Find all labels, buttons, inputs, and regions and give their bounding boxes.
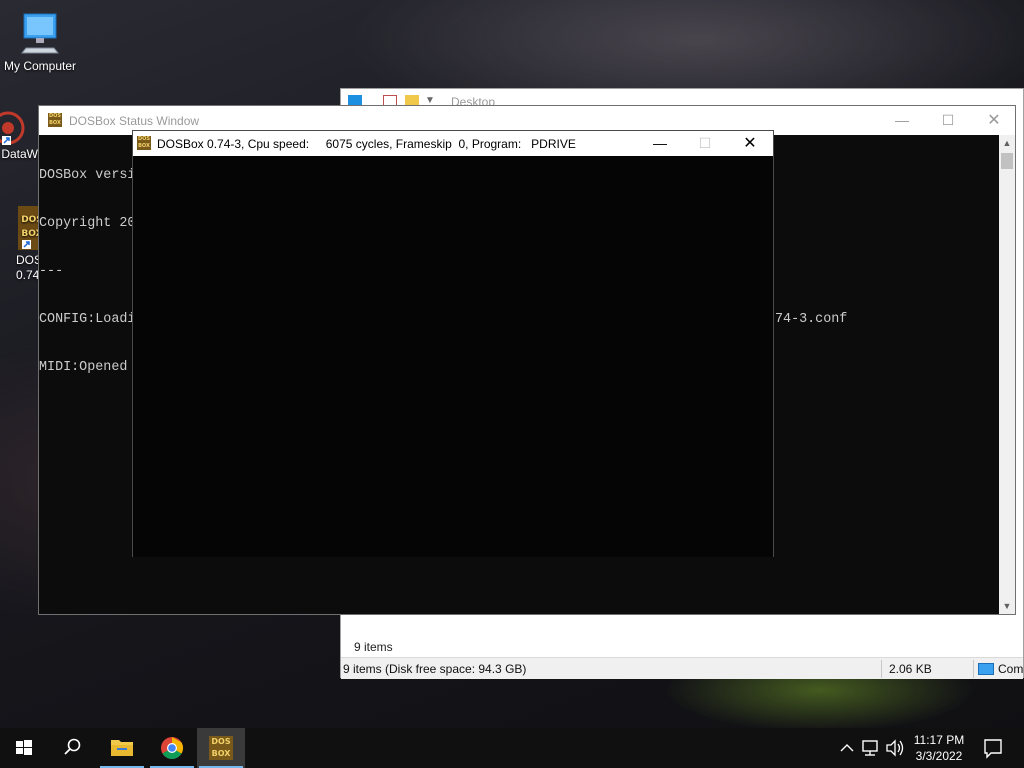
- console-line-tail: 74-3.conf: [775, 312, 848, 327]
- taskbar-clock[interactable]: 11:17 PM 3/3/2022: [906, 732, 972, 764]
- status-window-title: DOSBox Status Window: [69, 114, 200, 128]
- dosbox-window[interactable]: DOS BOX DOSBox 0.74-3, Cpu speed: 6075 cy…: [132, 130, 774, 557]
- taskbar-chrome[interactable]: [148, 728, 196, 768]
- start-button[interactable]: [0, 728, 48, 768]
- notification-icon: [984, 739, 1002, 759]
- windows-logo-icon: [16, 740, 32, 755]
- clock-time: 11:17 PM: [913, 733, 965, 747]
- computer-icon: [978, 663, 994, 675]
- chevron-up-icon: [840, 744, 854, 752]
- status-separator: [973, 660, 974, 678]
- desktop-icon-label: DataW: [1, 147, 38, 161]
- computer-location-text: Com: [998, 662, 1024, 676]
- scroll-down-icon[interactable]: ▼: [999, 598, 1015, 614]
- close-button[interactable]: ✕: [727, 131, 773, 156]
- search-button[interactable]: [48, 728, 96, 768]
- desktop-icon-label: My Computer: [3, 59, 77, 73]
- selection-size-text: 2.06 KB: [889, 662, 932, 676]
- console-line-start: CONFIG:Loadi: [39, 312, 136, 327]
- folder-icon: [111, 740, 133, 756]
- action-center-button[interactable]: [976, 728, 1010, 768]
- volume-tray-button[interactable]: [884, 728, 906, 768]
- taskbar-file-explorer[interactable]: [98, 728, 146, 768]
- minimize-button[interactable]: —: [879, 106, 925, 135]
- desktop-icon-dataw[interactable]: DataW: [0, 108, 38, 161]
- taskbar: DOS BOX 11:17 PM 3/3/2022: [0, 728, 1024, 768]
- explorer-statusbar: 9 items (Disk free space: 94.3 GB) 2.06 …: [341, 657, 1023, 679]
- search-icon: [64, 738, 81, 755]
- disk-free-text: 9 items (Disk free space: 94.3 GB): [343, 662, 527, 676]
- status-separator: [881, 660, 882, 678]
- desktop-icon-my-computer[interactable]: My Computer: [0, 10, 80, 73]
- maximize-button[interactable]: ☐: [682, 131, 728, 156]
- dosbox-screen[interactable]: [133, 156, 773, 557]
- network-tray-button[interactable]: [860, 728, 882, 768]
- network-icon: [862, 740, 878, 756]
- minimize-button[interactable]: —: [637, 131, 683, 156]
- explorer-items-count: 9 items: [354, 640, 393, 654]
- maximize-button[interactable]: ☐: [925, 106, 971, 135]
- dosbox-icon: DOS BOX: [137, 136, 151, 150]
- console-scrollbar[interactable]: ▲ ▼: [999, 135, 1015, 614]
- dosbox-icon: DOS BOX: [48, 113, 62, 127]
- close-button[interactable]: ✕: [971, 106, 1017, 135]
- dosbox-icon: DOS BOX: [209, 736, 233, 760]
- dataw-app-icon: [0, 111, 25, 145]
- volume-icon: [886, 739, 904, 757]
- computer-icon: [20, 13, 60, 54]
- show-hidden-icons-button[interactable]: [836, 728, 858, 768]
- clock-date: 3/3/2022: [915, 749, 963, 763]
- dosbox-title: DOSBox 0.74-3, Cpu speed: 6075 cycles, F…: [157, 137, 576, 151]
- chrome-icon: [161, 737, 183, 759]
- scroll-up-icon[interactable]: ▲: [999, 135, 1015, 151]
- taskbar-dosbox[interactable]: DOS BOX: [197, 728, 245, 768]
- scrollbar-thumb[interactable]: [1001, 153, 1013, 169]
- dosbox-titlebar[interactable]: DOS BOX DOSBox 0.74-3, Cpu speed: 6075 cy…: [133, 131, 773, 156]
